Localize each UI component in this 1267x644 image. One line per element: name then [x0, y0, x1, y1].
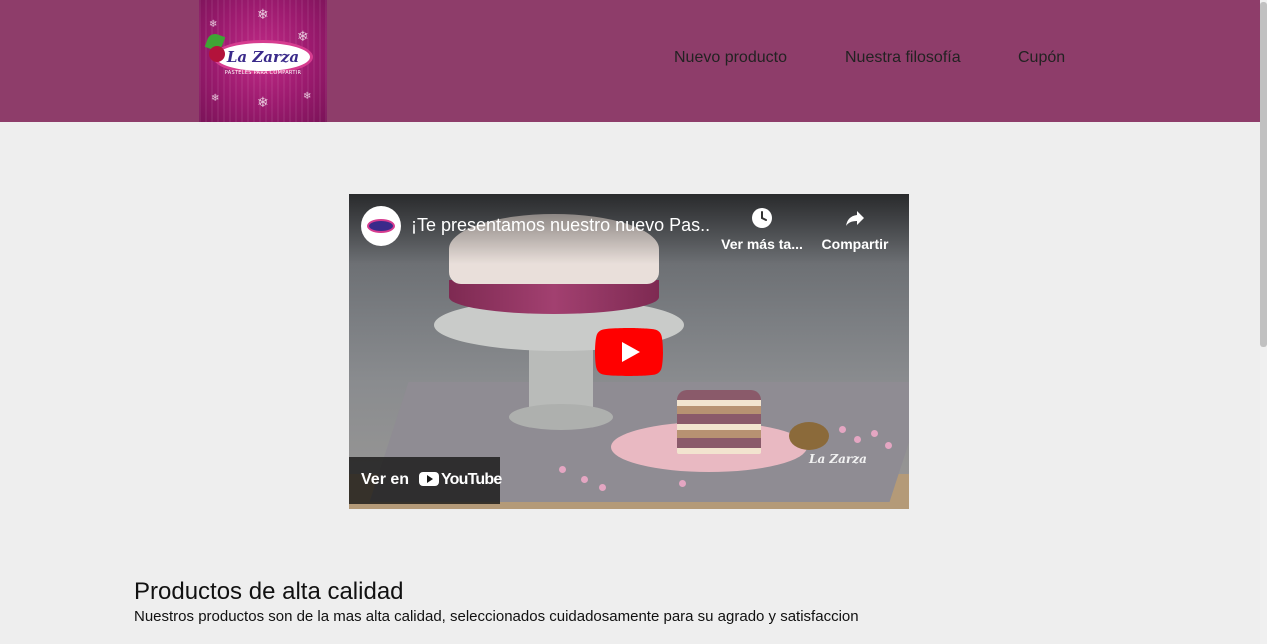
nav-link-cupon[interactable]: Cupón — [1018, 49, 1065, 67]
youtube-wordmark: YouTube — [441, 471, 502, 488]
video-scene-sprinkle — [679, 480, 686, 487]
scrollbar-thumb[interactable] — [1260, 2, 1267, 347]
video-title[interactable]: ¡Te presentamos nuestro nuevo Pas... — [411, 215, 711, 236]
video-scene-sprinkle — [599, 484, 606, 491]
watch-on-label: Ver en — [361, 471, 410, 488]
video-scene-cake-band — [449, 280, 659, 314]
watch-later-label: Ver más ta... — [721, 236, 803, 252]
youtube-video-embed[interactable]: La Zarza ¡Te presentamos nuestro nuevo P… — [349, 194, 909, 509]
section-description: Nuestros productos son de la mas alta ca… — [134, 608, 859, 625]
brand-logo[interactable]: ❄ ❄ ❄ ❄ ❄ ❄ La Zarza PASTELES PARA COMPA… — [199, 0, 327, 122]
site-header: ❄ ❄ ❄ ❄ ❄ ❄ La Zarza PASTELES PARA COMPA… — [0, 0, 1260, 122]
video-watermark: La Zarza — [809, 452, 867, 466]
watch-on-youtube-button[interactable]: Ver en YouTube — [349, 457, 502, 504]
snowflake-icon: ❄ — [257, 7, 269, 23]
berry-icon — [209, 46, 225, 62]
logo-badge: La Zarza — [213, 40, 313, 74]
logo-tagline: PASTELES PARA COMPARTIR — [224, 70, 302, 76]
section-title: Productos de alta calidad — [134, 578, 404, 605]
video-scene-cake-slice — [677, 390, 761, 454]
snowflake-icon: ❄ — [257, 95, 269, 111]
clock-icon — [752, 208, 772, 228]
youtube-logo-icon — [419, 472, 439, 486]
snowflake-icon: ❄ — [297, 29, 309, 45]
watch-later-button[interactable]: Ver más ta... — [717, 206, 807, 252]
video-scene-sprinkle — [854, 436, 861, 443]
snowflake-icon: ❄ — [303, 91, 312, 102]
logo-brand-text: La Zarza — [226, 48, 300, 66]
channel-logo-icon — [367, 219, 395, 233]
nav-link-nuestra-filosofia[interactable]: Nuestra filosofía — [845, 49, 961, 67]
snowflake-icon: ❄ — [211, 93, 220, 104]
video-scene-spoon — [789, 422, 829, 450]
video-scene-sprinkle — [559, 466, 566, 473]
share-icon — [846, 211, 864, 226]
video-scene-sprinkle — [839, 426, 846, 433]
video-scene-cake-stand-foot — [509, 404, 613, 430]
channel-avatar[interactable] — [361, 206, 401, 246]
nav-link-nuevo-producto[interactable]: Nuevo producto — [674, 49, 787, 67]
video-scene-sprinkle — [885, 442, 892, 449]
page-scrollbar[interactable] — [1260, 0, 1267, 644]
share-button[interactable]: Compartir — [810, 206, 900, 252]
snowflake-icon: ❄ — [209, 19, 218, 30]
video-scene-sprinkle — [581, 476, 588, 483]
video-scene-sprinkle — [871, 430, 878, 437]
share-label: Compartir — [821, 236, 889, 252]
play-button[interactable] — [595, 328, 663, 376]
